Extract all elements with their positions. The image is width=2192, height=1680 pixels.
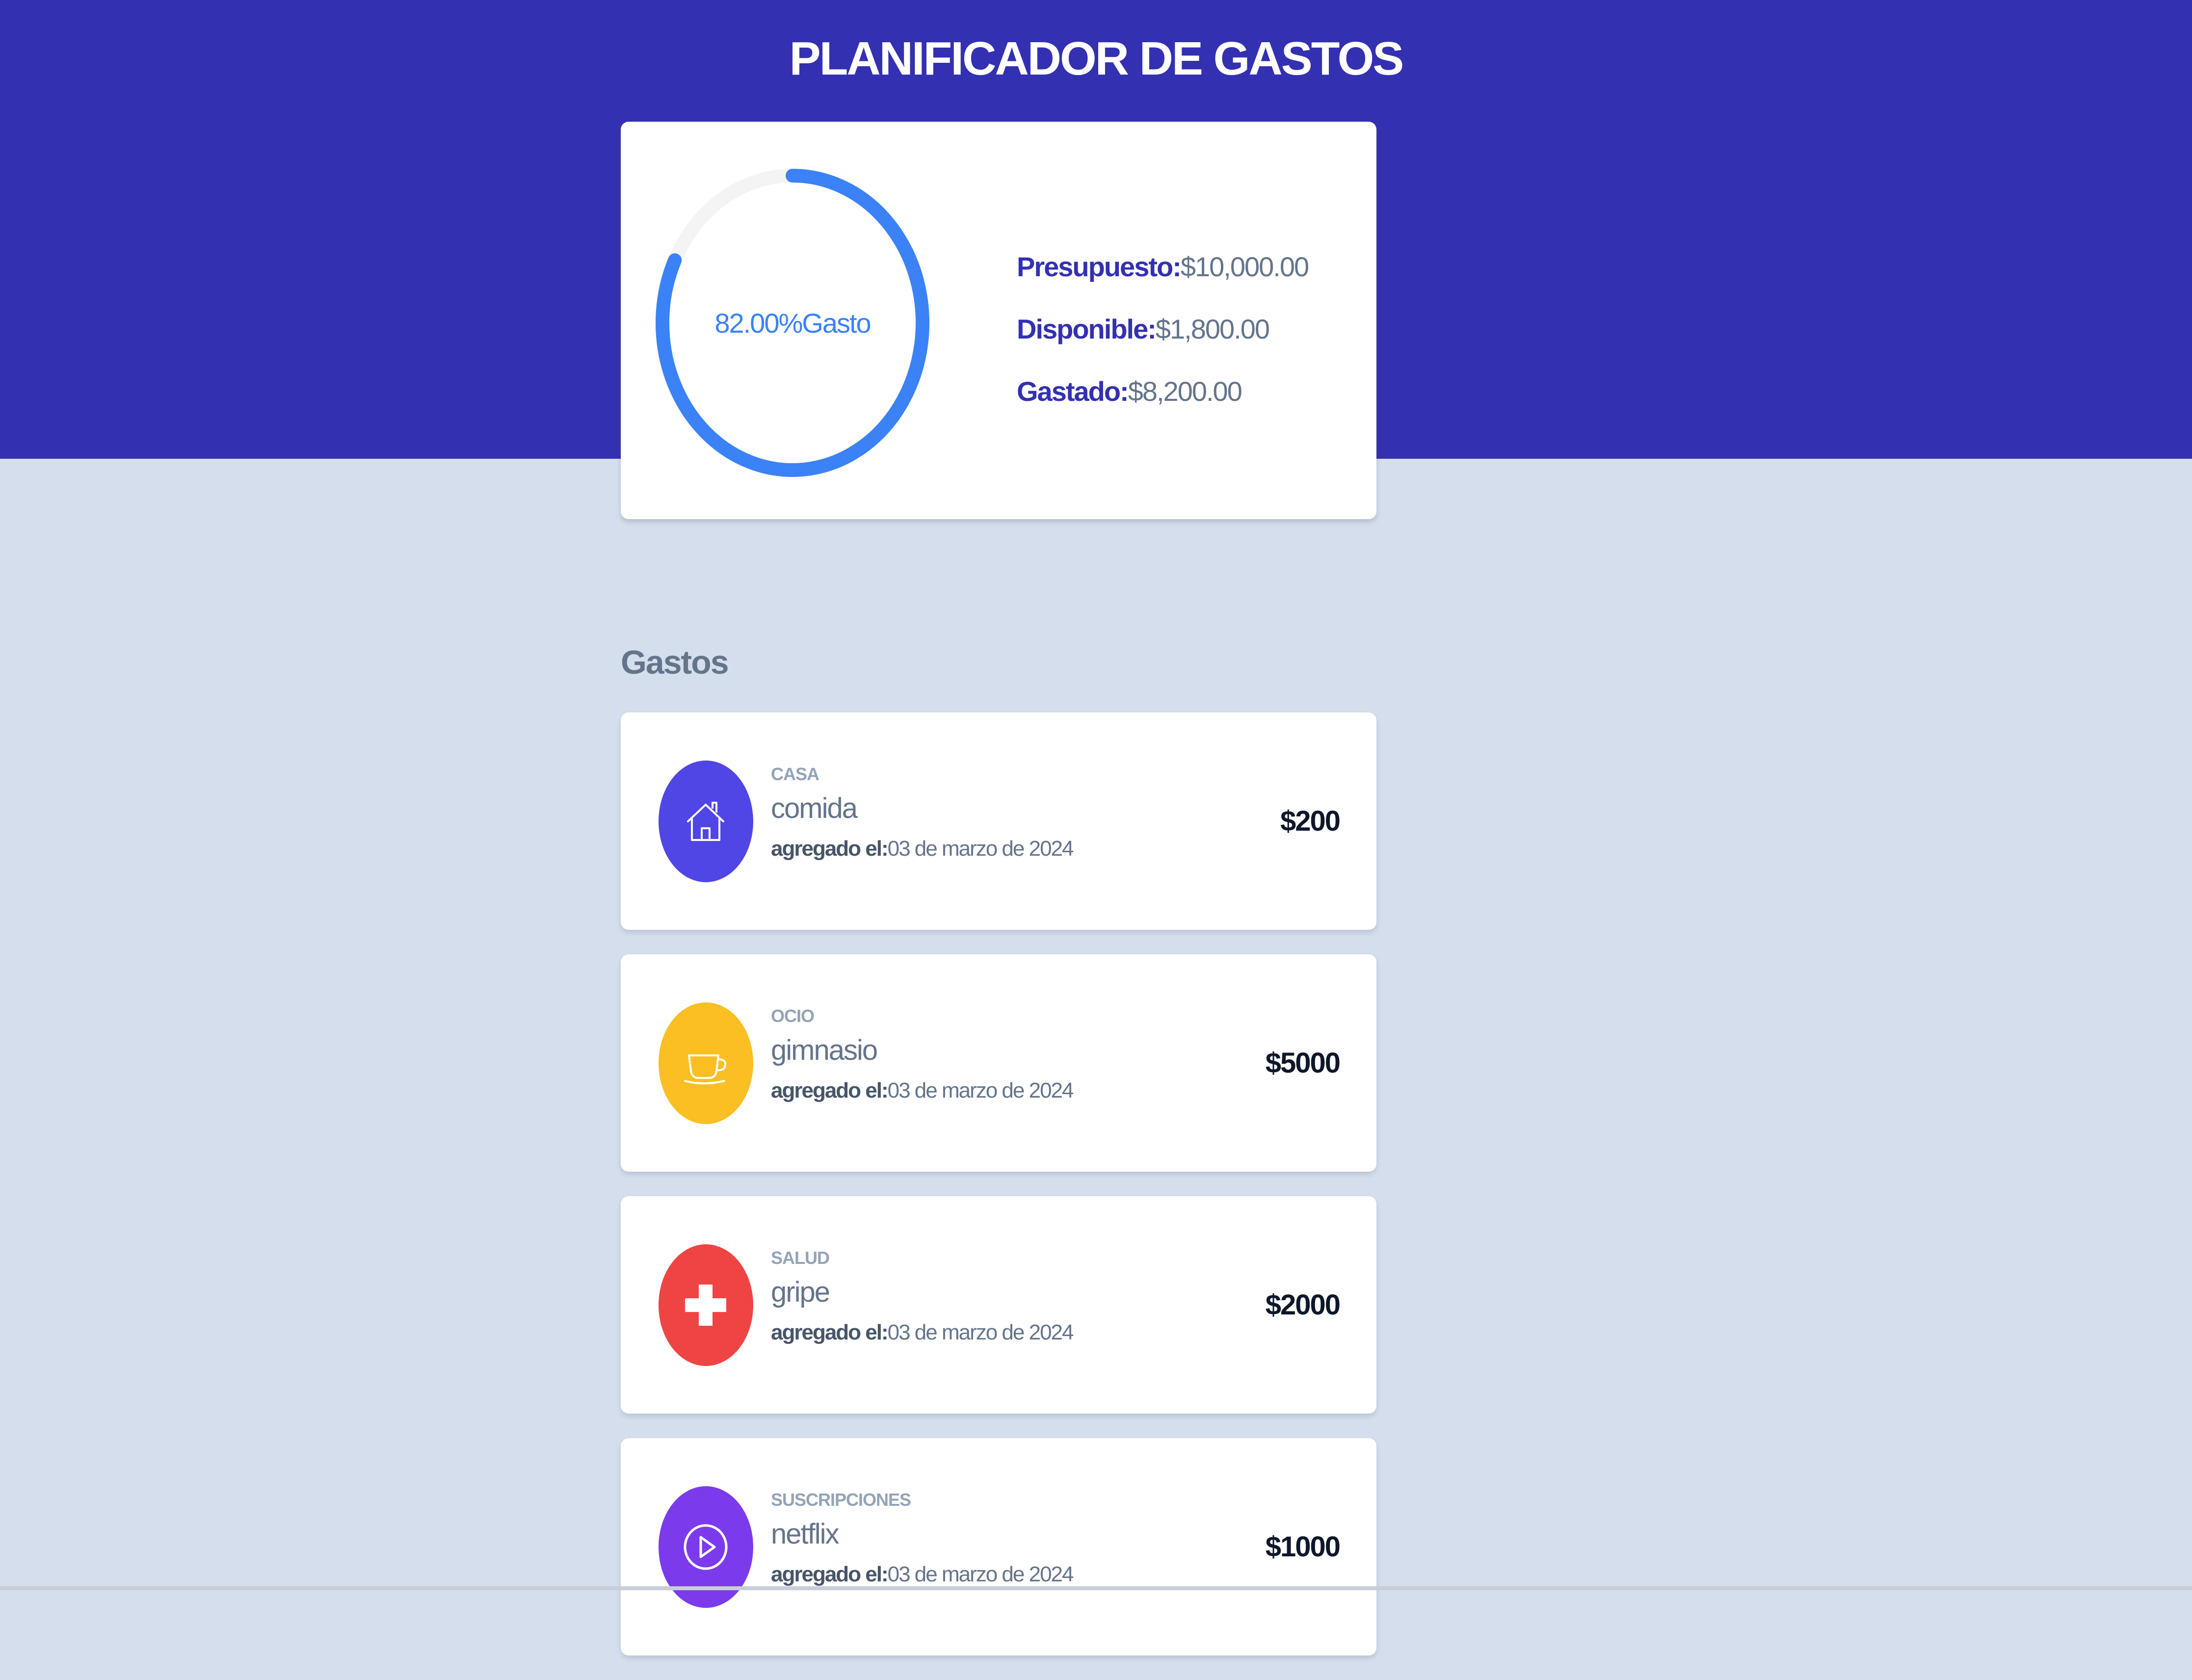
expense-category: CASA xyxy=(771,764,819,784)
expenses-section-title: Gastos xyxy=(621,644,729,681)
expense-name: gimnasio xyxy=(771,1034,878,1066)
expense-list: CASA comida agregado el:03 de marzo de 2… xyxy=(621,712,1376,1680)
expense-item[interactable]: OCIO gimnasio agregado el:03 de marzo de… xyxy=(621,954,1376,1172)
expense-date-label: agregado el: xyxy=(771,1320,889,1344)
expense-name: gripe xyxy=(771,1276,830,1308)
expense-name: netflix xyxy=(771,1518,840,1550)
expense-category: OCIO xyxy=(771,1006,815,1026)
expense-name: comida xyxy=(771,792,858,824)
expense-date-line: agregado el:03 de marzo de 2024 xyxy=(771,829,1074,868)
page-title: PLANIFICADOR DE GASTOS xyxy=(789,32,1404,85)
play-icon xyxy=(684,1524,728,1570)
expense-item[interactable]: SALUD gripe agregado el:03 de marzo de 2… xyxy=(621,1196,1376,1414)
expense-amount: $5000 xyxy=(1265,1047,1341,1079)
expense-details: SUSCRIPCIONES netflix agregado el:03 de … xyxy=(771,1486,1074,1594)
expense-amount: $200 xyxy=(1280,805,1341,837)
expense-date-line: agregado el:03 de marzo de 2024 xyxy=(771,1313,1074,1352)
budget-summary: Presupuesto:$10,000.00 Disponible:$1,800… xyxy=(1017,236,1309,422)
expense-category: SALUD xyxy=(771,1248,830,1268)
expense-item[interactable]: SUSCRIPCIONES netflix agregado el:03 de … xyxy=(621,1438,1376,1655)
budget-card: 82.00%Gasto Presupuesto:$10,000.00 Dispo… xyxy=(621,122,1376,519)
expense-date: 03 de marzo de 2024 xyxy=(887,1078,1074,1102)
budget-spent-line: Gastado:$8,200.00 xyxy=(1017,360,1308,422)
expense-date-label: agregado el: xyxy=(771,837,889,861)
budget-available-label: Disponible: xyxy=(1017,314,1157,344)
expense-date: 03 de marzo de 2024 xyxy=(887,1562,1074,1586)
budget-total-label: Presupuesto: xyxy=(1017,251,1182,282)
expense-category-icon-badge xyxy=(659,1244,753,1366)
budget-available-value: $1,800.00 xyxy=(1155,314,1270,344)
percent-spent-label: 82.00%Gasto xyxy=(714,307,871,339)
budget-total-value: $10,000.00 xyxy=(1180,251,1309,282)
expense-date-label: agregado el: xyxy=(771,1562,889,1586)
coffee-cup-icon xyxy=(684,1054,727,1084)
expense-amount: $1000 xyxy=(1265,1531,1341,1563)
expense-category-icon-badge xyxy=(659,1002,753,1124)
budget-total-line: Presupuesto:$10,000.00 xyxy=(1017,236,1309,298)
expense-category: SUSCRIPCIONES xyxy=(771,1490,911,1510)
expense-details: OCIO gimnasio agregado el:03 de marzo de… xyxy=(771,1002,1074,1110)
budget-progress-ring: 82.00%Gasto xyxy=(655,168,930,477)
expense-details: SALUD gripe agregado el:03 de marzo de 2… xyxy=(771,1244,1074,1352)
expense-item[interactable]: CASA comida agregado el:03 de marzo de 2… xyxy=(621,712,1376,930)
medical-cross-icon xyxy=(685,1285,726,1326)
expense-date: 03 de marzo de 2024 xyxy=(887,1320,1074,1344)
expense-details: CASA comida agregado el:03 de marzo de 2… xyxy=(771,761,1074,868)
house-icon xyxy=(687,802,724,841)
expense-date-line: agregado el:03 de marzo de 2024 xyxy=(771,1071,1074,1110)
budget-available-line: Disponible:$1,800.00 xyxy=(1017,298,1308,360)
window-bottom-edge xyxy=(0,1586,2192,1590)
budget-spent-value: $8,200.00 xyxy=(1128,376,1242,407)
budget-spent-label: Gastado: xyxy=(1017,376,1129,407)
expense-date: 03 de marzo de 2024 xyxy=(887,837,1074,861)
expense-category-icon-badge xyxy=(659,761,753,882)
expense-date-label: agregado el: xyxy=(771,1078,889,1102)
expense-amount: $2000 xyxy=(1265,1289,1341,1321)
